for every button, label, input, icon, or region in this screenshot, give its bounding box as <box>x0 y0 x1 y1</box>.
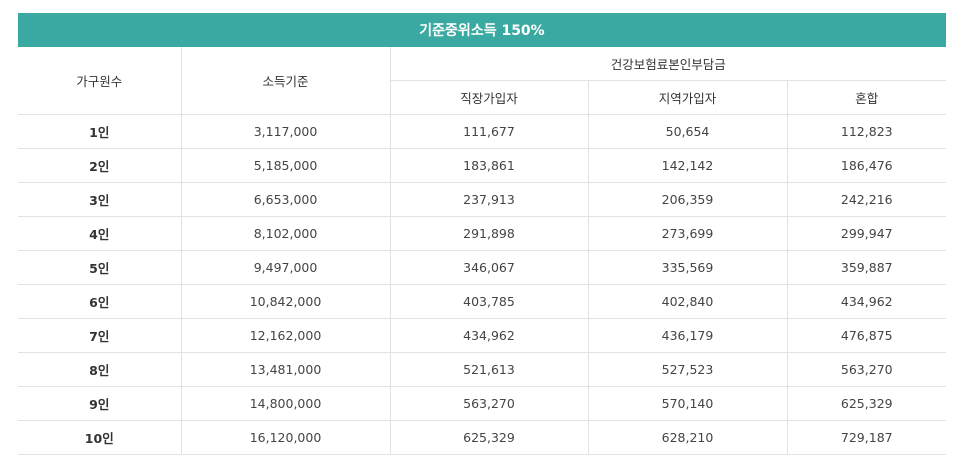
income-table-container: 기준중위소득 150% 가구원수 소득기준 건강보험료본인부담금 직장가입자 지… <box>18 13 947 455</box>
cell-mixed: 563,270 <box>787 352 947 387</box>
cell-household: 7인 <box>18 318 182 353</box>
cell-employee: 625,329 <box>390 420 589 455</box>
cell-employee: 183,861 <box>390 148 589 183</box>
table-row: 5인 9,497,000 346,067 335,569 359,887 <box>18 250 947 285</box>
cell-income: 16,120,000 <box>181 420 391 455</box>
cell-household: 1인 <box>18 114 182 149</box>
table-title: 기준중위소득 150% <box>18 13 947 47</box>
cell-employee: 346,067 <box>390 250 589 285</box>
cell-employee: 403,785 <box>390 284 589 319</box>
cell-household: 3인 <box>18 182 182 217</box>
cell-mixed: 112,823 <box>787 114 947 149</box>
cell-income: 12,162,000 <box>181 318 391 353</box>
cell-mixed: 476,875 <box>787 318 947 353</box>
cell-mixed: 434,962 <box>787 284 947 319</box>
cell-household: 8인 <box>18 352 182 387</box>
header-mixed: 혼합 <box>787 80 947 115</box>
cell-income: 8,102,000 <box>181 216 391 251</box>
cell-mixed: 625,329 <box>787 386 947 421</box>
table-row: 2인 5,185,000 183,861 142,142 186,476 <box>18 148 947 183</box>
cell-mixed: 186,476 <box>787 148 947 183</box>
cell-mixed: 242,216 <box>787 182 947 217</box>
cell-household: 6인 <box>18 284 182 319</box>
table-body: 1인 3,117,000 111,677 50,654 112,823 2인 5,185,0… <box>18 114 947 455</box>
cell-employee: 237,913 <box>390 182 589 217</box>
cell-household: 10인 <box>18 420 182 455</box>
table-row: 3인 6,653,000 237,913 206,359 242,216 <box>18 182 947 217</box>
table-row: 9인 14,800,000 563,270 570,140 625,329 <box>18 386 947 421</box>
cell-mixed: 729,187 <box>787 420 947 455</box>
cell-income: 14,800,000 <box>181 386 391 421</box>
table-row: 7인 12,162,000 434,962 436,179 476,875 <box>18 318 947 353</box>
table-row: 6인 10,842,000 403,785 402,840 434,962 <box>18 284 947 319</box>
cell-employee: 291,898 <box>390 216 589 251</box>
cell-regional: 50,654 <box>588 114 788 149</box>
table-row: 1인 3,117,000 111,677 50,654 112,823 <box>18 114 947 149</box>
cell-regional: 570,140 <box>588 386 788 421</box>
cell-regional: 436,179 <box>588 318 788 353</box>
cell-regional: 527,523 <box>588 352 788 387</box>
cell-regional: 206,359 <box>588 182 788 217</box>
header-household: 가구원수 <box>18 47 182 115</box>
cell-employee: 563,270 <box>390 386 589 421</box>
cell-regional: 142,142 <box>588 148 788 183</box>
cell-regional: 628,210 <box>588 420 788 455</box>
cell-income: 5,185,000 <box>181 148 391 183</box>
cell-income: 3,117,000 <box>181 114 391 149</box>
cell-income: 9,497,000 <box>181 250 391 285</box>
header-row-1: 가구원수 소득기준 건강보험료본인부담금 <box>18 47 947 115</box>
cell-employee: 111,677 <box>390 114 589 149</box>
table-row: 10인 16,120,000 625,329 628,210 729,187 <box>18 420 947 455</box>
cell-household: 2인 <box>18 148 182 183</box>
cell-regional: 402,840 <box>588 284 788 319</box>
cell-income: 6,653,000 <box>181 182 391 217</box>
table-row: 8인 13,481,000 521,613 527,523 563,270 <box>18 352 947 387</box>
cell-employee: 521,613 <box>390 352 589 387</box>
table-title-row: 기준중위소득 150% <box>18 13 947 47</box>
cell-income: 13,481,000 <box>181 352 391 387</box>
table-row: 4인 8,102,000 291,898 273,699 299,947 <box>18 216 947 251</box>
cell-regional: 273,699 <box>588 216 788 251</box>
header-regional: 지역가입자 <box>588 80 788 115</box>
header-insurance-group: 건강보험료본인부담금 <box>390 47 947 81</box>
income-table: 기준중위소득 150% 가구원수 소득기준 건강보험료본인부담금 직장가입자 지… <box>18 13 947 455</box>
header-employee: 직장가입자 <box>390 80 589 115</box>
cell-household: 5인 <box>18 250 182 285</box>
cell-income: 10,842,000 <box>181 284 391 319</box>
cell-regional: 335,569 <box>588 250 788 285</box>
cell-household: 4인 <box>18 216 182 251</box>
header-income: 소득기준 <box>181 47 391 115</box>
cell-mixed: 359,887 <box>787 250 947 285</box>
cell-household: 9인 <box>18 386 182 421</box>
cell-mixed: 299,947 <box>787 216 947 251</box>
cell-employee: 434,962 <box>390 318 589 353</box>
